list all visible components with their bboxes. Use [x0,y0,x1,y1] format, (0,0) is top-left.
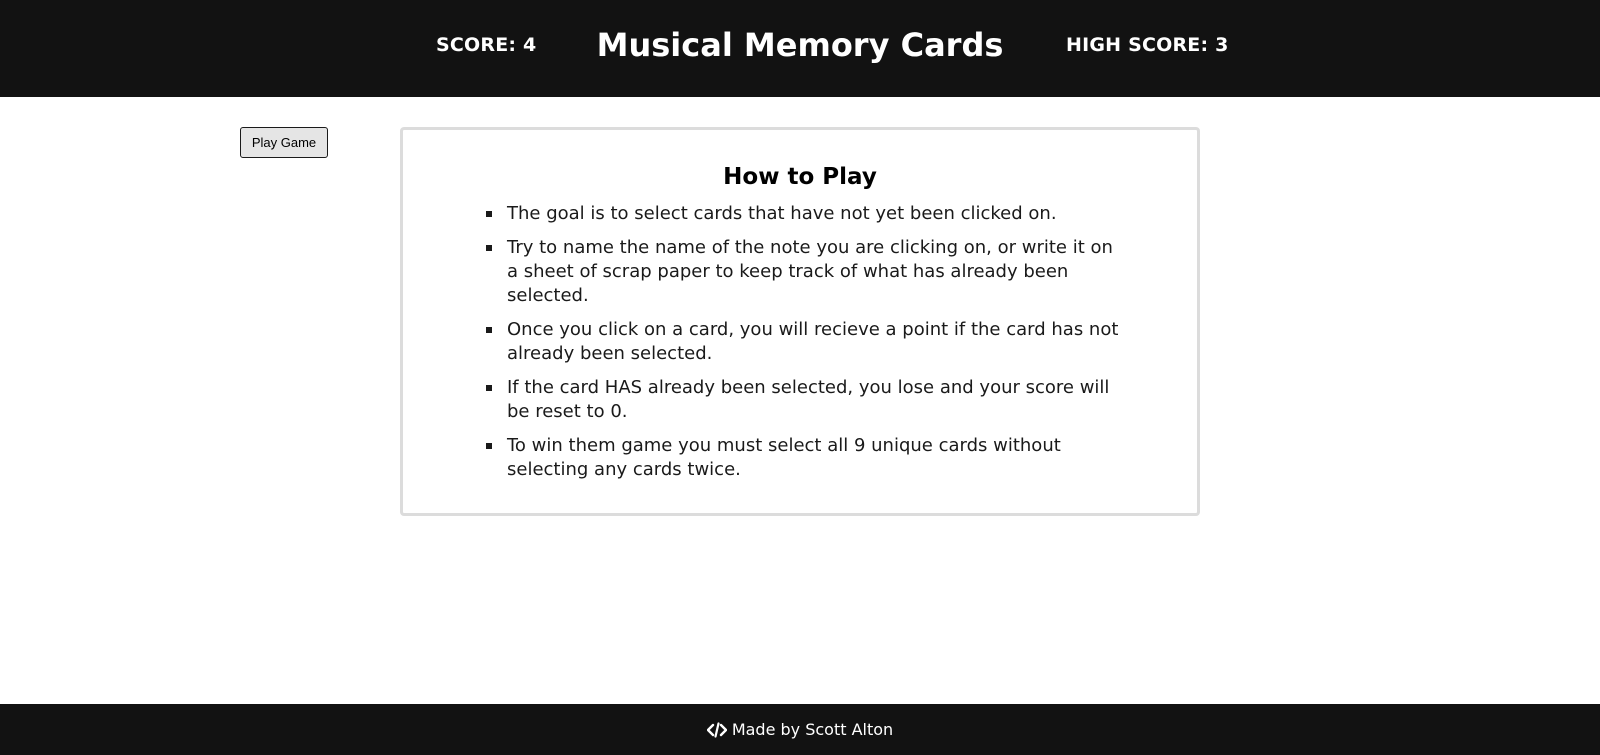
code-icon [706,721,727,738]
square-bullet-icon [486,211,492,217]
rule-text: To win them game you must select all 9 u… [507,435,1061,480]
rule-text: Once you click on a card, you will recie… [507,319,1119,364]
rule-item: Once you click on a card, you will recie… [479,318,1119,366]
high-score-display: HIGH SCORE: 3 [1066,34,1229,56]
rule-item: The goal is to select cards that have no… [479,202,1119,226]
rule-text: The goal is to select cards that have no… [507,203,1057,224]
square-bullet-icon [486,327,492,333]
header-bar: SCORE: 4 Musical Memory Cards HIGH SCORE… [0,0,1600,97]
square-bullet-icon [486,385,492,391]
play-game-button[interactable]: Play Game [240,127,328,158]
rule-text: Try to name the name of the note you are… [507,237,1113,306]
footer-bar: Made by Scott Alton [0,704,1600,755]
rule-item: To win them game you must select all 9 u… [479,434,1119,482]
rule-item: If the card HAS already been selected, y… [479,376,1119,424]
rule-text: If the card HAS already been selected, y… [507,377,1110,422]
rules-list: The goal is to select cards that have no… [479,202,1119,492]
rule-item: Try to name the name of the note you are… [479,236,1119,308]
square-bullet-icon [486,245,492,251]
square-bullet-icon [486,443,492,449]
page-title: Musical Memory Cards [596,26,1004,64]
how-to-play-card: How to Play The goal is to select cards … [400,127,1200,516]
footer-credit: Made by Scott Alton [731,720,894,739]
how-to-play-title: How to Play [723,164,877,190]
